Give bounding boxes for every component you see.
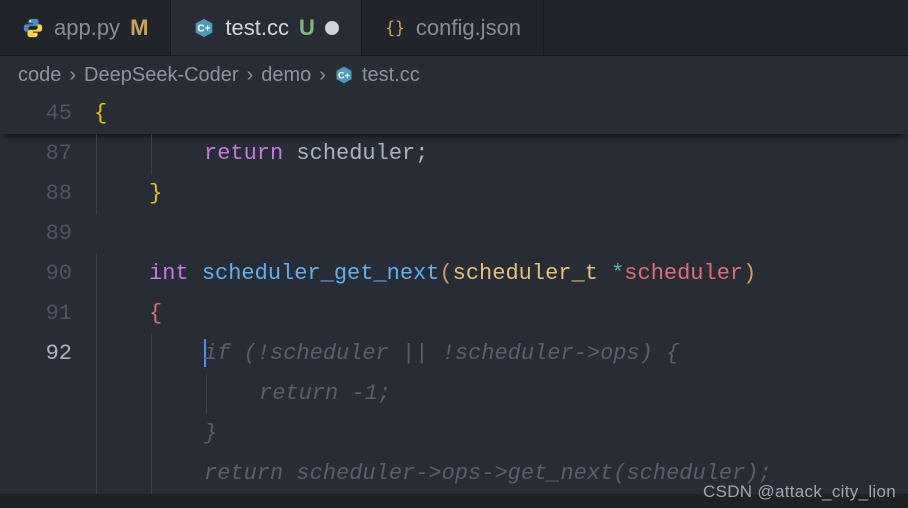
json-icon: {}: [384, 17, 406, 39]
breadcrumb-segment[interactable]: code: [18, 64, 61, 87]
breadcrumb-segment[interactable]: demo: [261, 64, 311, 87]
tab-test-cc[interactable]: C+ test.cc U: [171, 0, 361, 55]
breadcrumb-file[interactable]: C+ test.cc: [334, 64, 420, 87]
inline-suggestion: if (!scheduler || !scheduler->ops) {: [204, 341, 679, 366]
code-text: }: [94, 414, 908, 454]
line-number: 89: [0, 214, 94, 254]
code-line[interactable]: return -1;: [0, 374, 908, 414]
code-line[interactable]: 88}: [0, 174, 908, 214]
cpp-icon: C+: [193, 17, 215, 39]
tab-config-json[interactable]: {} config.json: [362, 0, 544, 55]
code-line[interactable]: 89: [0, 214, 908, 254]
code-line[interactable]: }: [0, 414, 908, 454]
line-number: [0, 374, 94, 414]
python-icon: [22, 17, 44, 39]
line-number: 88: [0, 174, 94, 214]
code-text: [94, 214, 908, 254]
svg-text:C+: C+: [338, 70, 350, 80]
line-number: 45: [0, 94, 94, 134]
code-line[interactable]: 87return scheduler;: [0, 134, 908, 174]
tab-label: config.json: [416, 15, 521, 41]
inline-suggestion: return -1;: [259, 381, 391, 406]
code-line[interactable]: 92 if (!scheduler || !scheduler->ops) {: [0, 334, 908, 374]
breadcrumb: code › DeepSeek-Coder › demo › C+ test.c…: [0, 56, 908, 94]
line-number: 92: [0, 334, 94, 374]
code-line[interactable]: 91{: [0, 294, 908, 334]
chevron-right-icon: ›: [319, 64, 326, 87]
tab-label: app.py: [54, 15, 120, 41]
chevron-right-icon: ›: [69, 64, 76, 87]
editor[interactable]: 87return scheduler;88}8990int scheduler_…: [0, 134, 908, 494]
code-text: int scheduler_get_next(scheduler_t *sche…: [94, 254, 908, 294]
tab-label: test.cc: [225, 15, 289, 41]
line-number: 90: [0, 254, 94, 294]
inline-suggestion: }: [204, 421, 217, 446]
breadcrumb-segment[interactable]: DeepSeek-Coder: [84, 64, 239, 87]
line-number: 87: [0, 134, 94, 174]
breadcrumb-file-label: test.cc: [362, 64, 420, 87]
watermark: CSDN @attack_city_lion: [703, 482, 896, 502]
chevron-right-icon: ›: [247, 64, 254, 87]
cpp-icon: C+: [334, 65, 354, 85]
tab-bar: app.py M C+ test.cc U {} config.json: [0, 0, 908, 56]
inline-suggestion: return scheduler->ops->get_next(schedule…: [204, 461, 772, 486]
code-text: {: [94, 294, 908, 334]
code-text: return scheduler;: [94, 134, 908, 174]
line-number: [0, 454, 94, 494]
svg-text:{}: {}: [385, 18, 405, 37]
unsaved-dot-icon: [325, 21, 339, 35]
code-text: }: [94, 174, 908, 214]
code-text: {: [94, 94, 908, 134]
git-status-badge: U: [299, 15, 315, 41]
code-text: if (!scheduler || !scheduler->ops) {: [94, 334, 908, 374]
git-status-badge: M: [130, 15, 148, 41]
tab-app-py[interactable]: app.py M: [0, 0, 171, 55]
svg-text:C+: C+: [198, 23, 211, 34]
sticky-scroll[interactable]: 45 {: [0, 94, 908, 134]
line-number: 91: [0, 294, 94, 334]
line-number: [0, 414, 94, 454]
code-text: return -1;: [94, 374, 908, 414]
code-line[interactable]: 90int scheduler_get_next(scheduler_t *sc…: [0, 254, 908, 294]
